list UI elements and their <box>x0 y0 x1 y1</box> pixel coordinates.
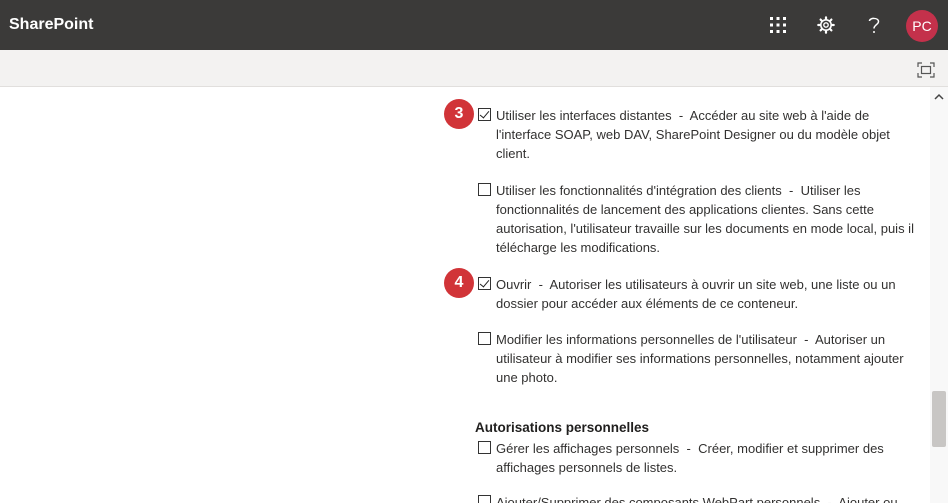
permission-label: Modifier les informations personnelles d… <box>496 332 797 347</box>
help-icon[interactable] <box>861 12 887 38</box>
permission-checkbox[interactable] <box>478 441 491 454</box>
permission-description: Ajouter ou <box>838 495 898 503</box>
permission-label: Utiliser les fonctionnalités d'intégrati… <box>496 183 782 198</box>
waffle-icon[interactable] <box>765 12 791 38</box>
permission-label: Gérer les affichages personnels <box>496 441 680 456</box>
permission-item: Utiliser les fonctionnalités d'intégrati… <box>478 181 923 257</box>
separator: - <box>804 332 809 347</box>
vertical-scrollbar[interactable] <box>930 87 948 503</box>
section-title-personal: Autorisations personnelles <box>475 420 650 435</box>
separator: - <box>678 108 684 123</box>
permission-label: Utiliser les interfaces distantes <box>496 108 672 123</box>
app-brand[interactable]: SharePoint <box>9 16 93 34</box>
permission-checkbox[interactable] <box>478 108 491 121</box>
permission-checkbox[interactable] <box>478 183 491 196</box>
separator: - <box>788 183 794 198</box>
focus-mode-icon[interactable] <box>917 62 935 78</box>
settings-icon[interactable] <box>813 12 839 38</box>
separator: - <box>827 495 832 503</box>
separator: - <box>538 277 543 292</box>
permission-item: Utiliser les interfaces distantes - Accé… <box>478 106 923 163</box>
avatar[interactable]: PC <box>906 10 938 42</box>
suite-header: SharePoint PC <box>0 0 948 50</box>
permission-item: Ajouter/Supprimer des composants WebPart… <box>478 493 923 503</box>
scroll-thumb[interactable] <box>932 391 946 447</box>
permission-description: Autoriser les utilisateurs à ouvrir un s… <box>496 277 896 311</box>
step-badge-4: 4 <box>444 268 474 298</box>
separator: - <box>686 441 691 456</box>
permission-item: Ouvrir - Autoriser les utilisateurs à ou… <box>478 275 923 313</box>
permission-label: Ajouter/Supprimer des composants WebPart… <box>496 495 821 503</box>
permission-checkbox[interactable] <box>478 277 491 290</box>
step-badge-3: 3 <box>444 99 474 129</box>
permission-checkbox[interactable] <box>478 495 491 503</box>
scroll-up-icon[interactable] <box>933 90 945 102</box>
permission-item: Modifier les informations personnelles d… <box>478 330 923 387</box>
page-content: 3 Utiliser les interfaces distantes - Ac… <box>0 87 930 503</box>
command-bar <box>0 50 948 87</box>
permission-checkbox[interactable] <box>478 332 491 345</box>
permission-item: Gérer les affichages personnels - Créer,… <box>478 439 923 477</box>
permission-label: Ouvrir <box>496 277 532 292</box>
